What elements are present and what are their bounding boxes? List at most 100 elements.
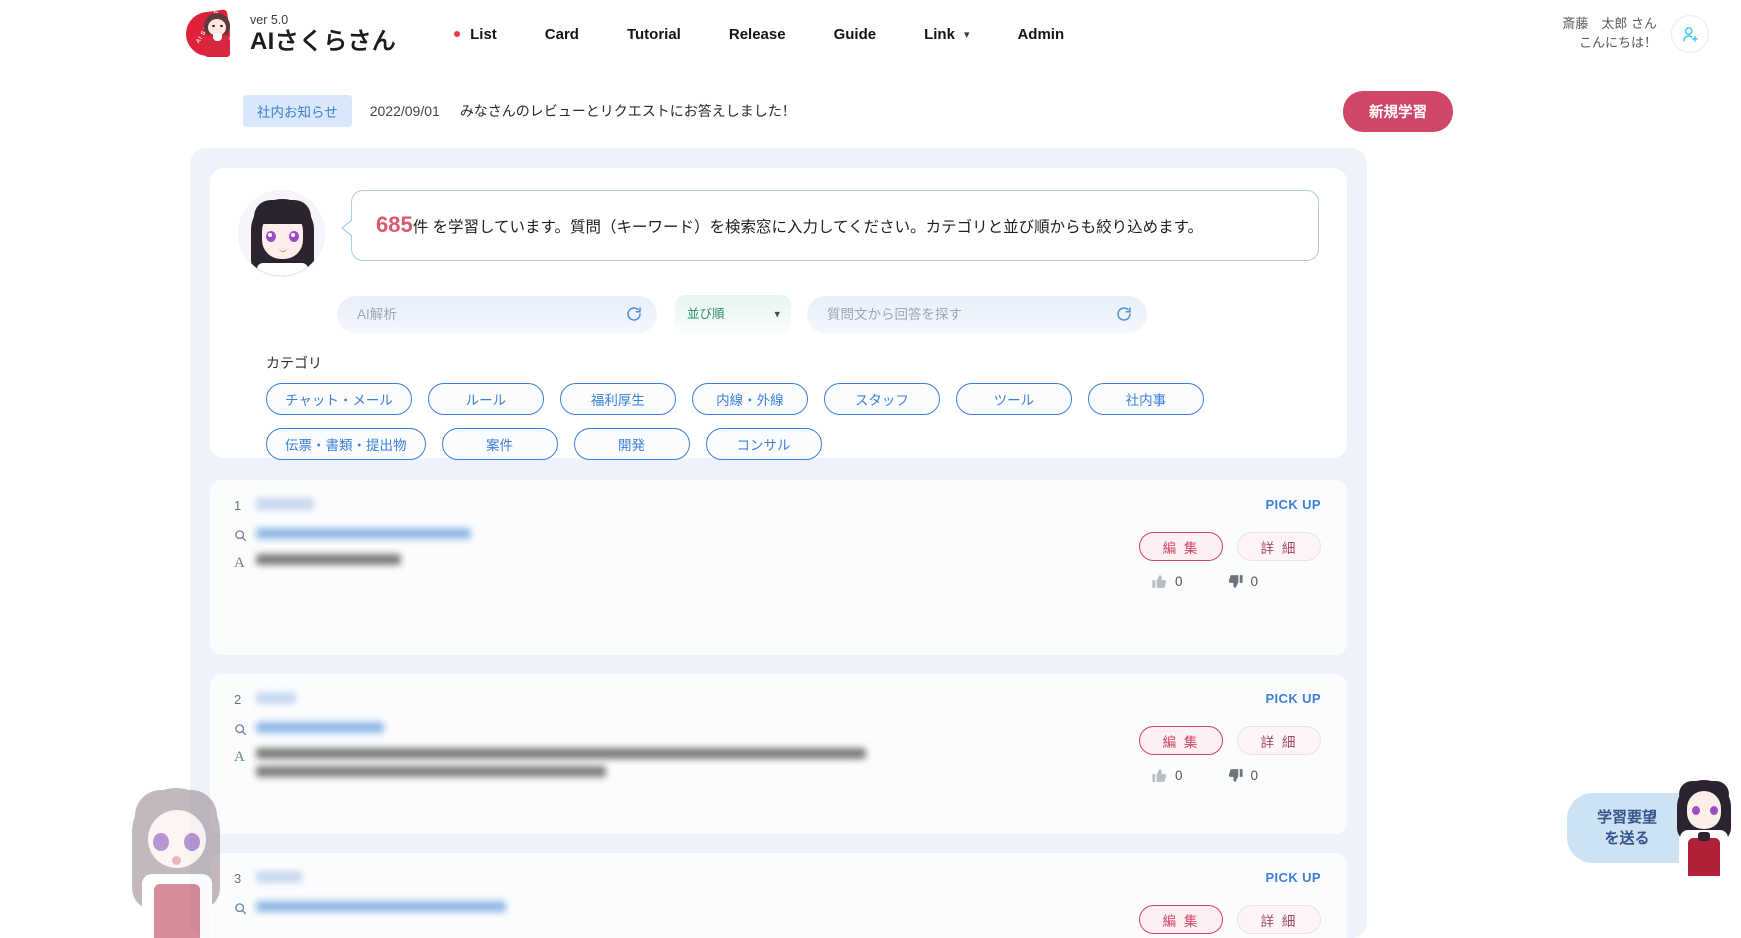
thumbs-up-control[interactable]: 0 — [1151, 767, 1183, 784]
nav-item-guide-label: Guide — [834, 26, 877, 43]
detail-button[interactable]: 詳 細 — [1237, 726, 1321, 755]
result-number: 1 — [234, 498, 252, 513]
category-chip-consulting[interactable]: コンサル — [706, 428, 822, 460]
notice-bar: 社内お知らせ 2022/09/01 みなさんのレビューとリクエストにお答えしまし… — [243, 96, 1741, 126]
mascot-eye-left — [153, 833, 169, 851]
brand[interactable]: AI SAKURA ver 5.0 AIさくらさん — [186, 8, 396, 60]
thumbs-up-control[interactable]: 0 — [1151, 573, 1183, 590]
thumbs-up-icon — [1151, 767, 1168, 784]
refresh-ai-icon[interactable] — [625, 305, 643, 323]
mascot-vest — [154, 884, 200, 938]
search-icon — [234, 901, 256, 918]
nav-item-tutorial[interactable]: Tutorial — [627, 26, 681, 43]
fab-character-eye-left — [1692, 806, 1700, 815]
nav-item-admin-label: Admin — [1017, 26, 1064, 43]
pickup-badge[interactable]: PICK UP — [1265, 870, 1321, 885]
search-icon — [234, 528, 256, 545]
result-button-row: 編 集 詳 細 — [1139, 905, 1321, 934]
active-dot-icon — [454, 31, 460, 37]
notice-text[interactable]: みなさんのレビューとリクエストにお答えしました！ — [460, 101, 796, 121]
send-learning-request-label[interactable]: 学習要望 を送る — [1567, 793, 1679, 863]
category-chip-tool[interactable]: ツール — [956, 383, 1072, 415]
question-search-input[interactable] — [807, 296, 1147, 333]
category-chip-chat-mail[interactable]: チャット・メール — [266, 383, 412, 415]
ai-sakura-logo-icon: AI SAKURA — [186, 8, 238, 60]
refresh-question-icon[interactable] — [1115, 305, 1133, 323]
avatar[interactable] — [1671, 15, 1709, 53]
result-button-row: 編 集 詳 細 — [1139, 532, 1321, 561]
sort-order-select[interactable]: 並び順 ▾ — [675, 295, 791, 333]
edit-button[interactable]: 編 集 — [1139, 532, 1223, 561]
table-row[interactable]: 2 PICK UP A — [210, 674, 1347, 834]
assistant-eye-left — [266, 231, 276, 242]
main-nav: List Card Tutorial Release Guide Link ▾ … — [454, 26, 1064, 43]
ai-analysis-input[interactable] — [337, 296, 657, 333]
search-icon — [234, 722, 256, 739]
fab-character-eye-right — [1710, 806, 1718, 815]
result-button-row: 編 集 詳 細 — [1139, 726, 1321, 755]
category-chip-project[interactable]: 案件 — [442, 428, 558, 460]
result-header: 3 — [234, 871, 1323, 886]
thumbs-up-icon — [1151, 573, 1168, 590]
result-list: 1 PICK UP A 編 集 詳 細 — [210, 480, 1347, 938]
greeting-text: こんにちは！ — [1562, 34, 1657, 53]
like-count: 0 — [1175, 574, 1183, 589]
fab-character-ribbon — [1698, 832, 1710, 841]
nav-item-list[interactable]: List — [454, 26, 497, 43]
nav-item-release-label: Release — [729, 26, 786, 43]
pickup-badge[interactable]: PICK UP — [1265, 497, 1321, 512]
category-chip-welfare[interactable]: 福利厚生 — [560, 383, 676, 415]
result-actions: 編 集 詳 細 0 0 — [1139, 532, 1321, 590]
nav-item-card[interactable]: Card — [545, 26, 579, 43]
new-learning-button[interactable]: 新規学習 — [1343, 91, 1453, 132]
category-chip-rule[interactable]: ルール — [428, 383, 544, 415]
category-chip-staff[interactable]: スタッフ — [824, 383, 940, 415]
detail-button[interactable]: 詳 細 — [1237, 532, 1321, 561]
nav-item-card-label: Card — [545, 26, 579, 43]
fab-character-vest — [1688, 838, 1720, 876]
ai-analysis-field[interactable] — [337, 296, 657, 333]
mascot-eye-right — [184, 833, 200, 851]
app-title: AIさくらさん — [250, 30, 396, 54]
edit-button[interactable]: 編 集 — [1139, 905, 1223, 934]
dislike-count: 0 — [1251, 574, 1259, 589]
category-chip-internal[interactable]: 社内事 — [1088, 383, 1204, 415]
pickup-badge[interactable]: PICK UP — [1265, 691, 1321, 706]
edit-button[interactable]: 編 集 — [1139, 726, 1223, 755]
result-answer-redacted — [256, 554, 401, 565]
thumbs-down-control[interactable]: 0 — [1227, 573, 1259, 590]
result-question-redacted — [256, 528, 471, 539]
result-actions: 編 集 詳 細 0 0 — [1139, 726, 1321, 784]
detail-button[interactable]: 詳 細 — [1237, 905, 1321, 934]
nav-item-guide[interactable]: Guide — [834, 26, 877, 43]
assistant-message-rest: 件 を学習しています。質問（キーワード）を検索窓に入力してください。カテゴリと並… — [413, 219, 1203, 236]
question-search-field[interactable] — [807, 296, 1147, 333]
user-zone: 斎藤 太郎 さん こんにちは！ — [1562, 15, 1709, 53]
nav-item-release[interactable]: Release — [729, 26, 786, 43]
table-row[interactable]: 3 PICK UP 編 集 詳 細 — [210, 853, 1347, 938]
assistant-row: 685件 を学習しています。質問（キーワード）を検索窓に入力してください。カテゴ… — [238, 190, 1319, 277]
sort-order-dropdown[interactable]: 並び順 — [675, 295, 791, 333]
assistant-torso — [257, 263, 308, 277]
answer-mark: A — [234, 748, 256, 766]
table-row[interactable]: 1 PICK UP A 編 集 詳 細 — [210, 480, 1347, 655]
result-header: 1 — [234, 498, 1323, 513]
assistant-message: 685件 を学習しています。質問（キーワード）を検索窓に入力してください。カテゴ… — [376, 210, 1203, 241]
category-chip-documents[interactable]: 伝票・書類・提出物 — [266, 428, 426, 460]
nav-item-admin[interactable]: Admin — [1017, 26, 1064, 43]
logo-character-eye-right — [220, 25, 223, 27]
nav-item-link[interactable]: Link ▾ — [924, 26, 969, 43]
thumbs-down-control[interactable]: 0 — [1227, 767, 1259, 784]
category-chip-development[interactable]: 開発 — [574, 428, 690, 460]
result-question-redacted — [256, 722, 384, 733]
send-learning-request-fab[interactable]: 学習要望 を送る — [1567, 780, 1741, 876]
notice-tag: 社内お知らせ — [243, 95, 352, 127]
app-version: ver 5.0 — [250, 14, 396, 27]
category-label: カテゴリ — [266, 353, 1319, 373]
result-number: 2 — [234, 692, 252, 707]
logo-character-collar — [213, 34, 222, 41]
result-actions: 編 集 詳 細 — [1139, 905, 1321, 934]
chevron-down-icon: ▾ — [964, 28, 970, 41]
category-chip-extension[interactable]: 内線・外線 — [692, 383, 808, 415]
nav-item-link-label: Link — [924, 26, 955, 43]
